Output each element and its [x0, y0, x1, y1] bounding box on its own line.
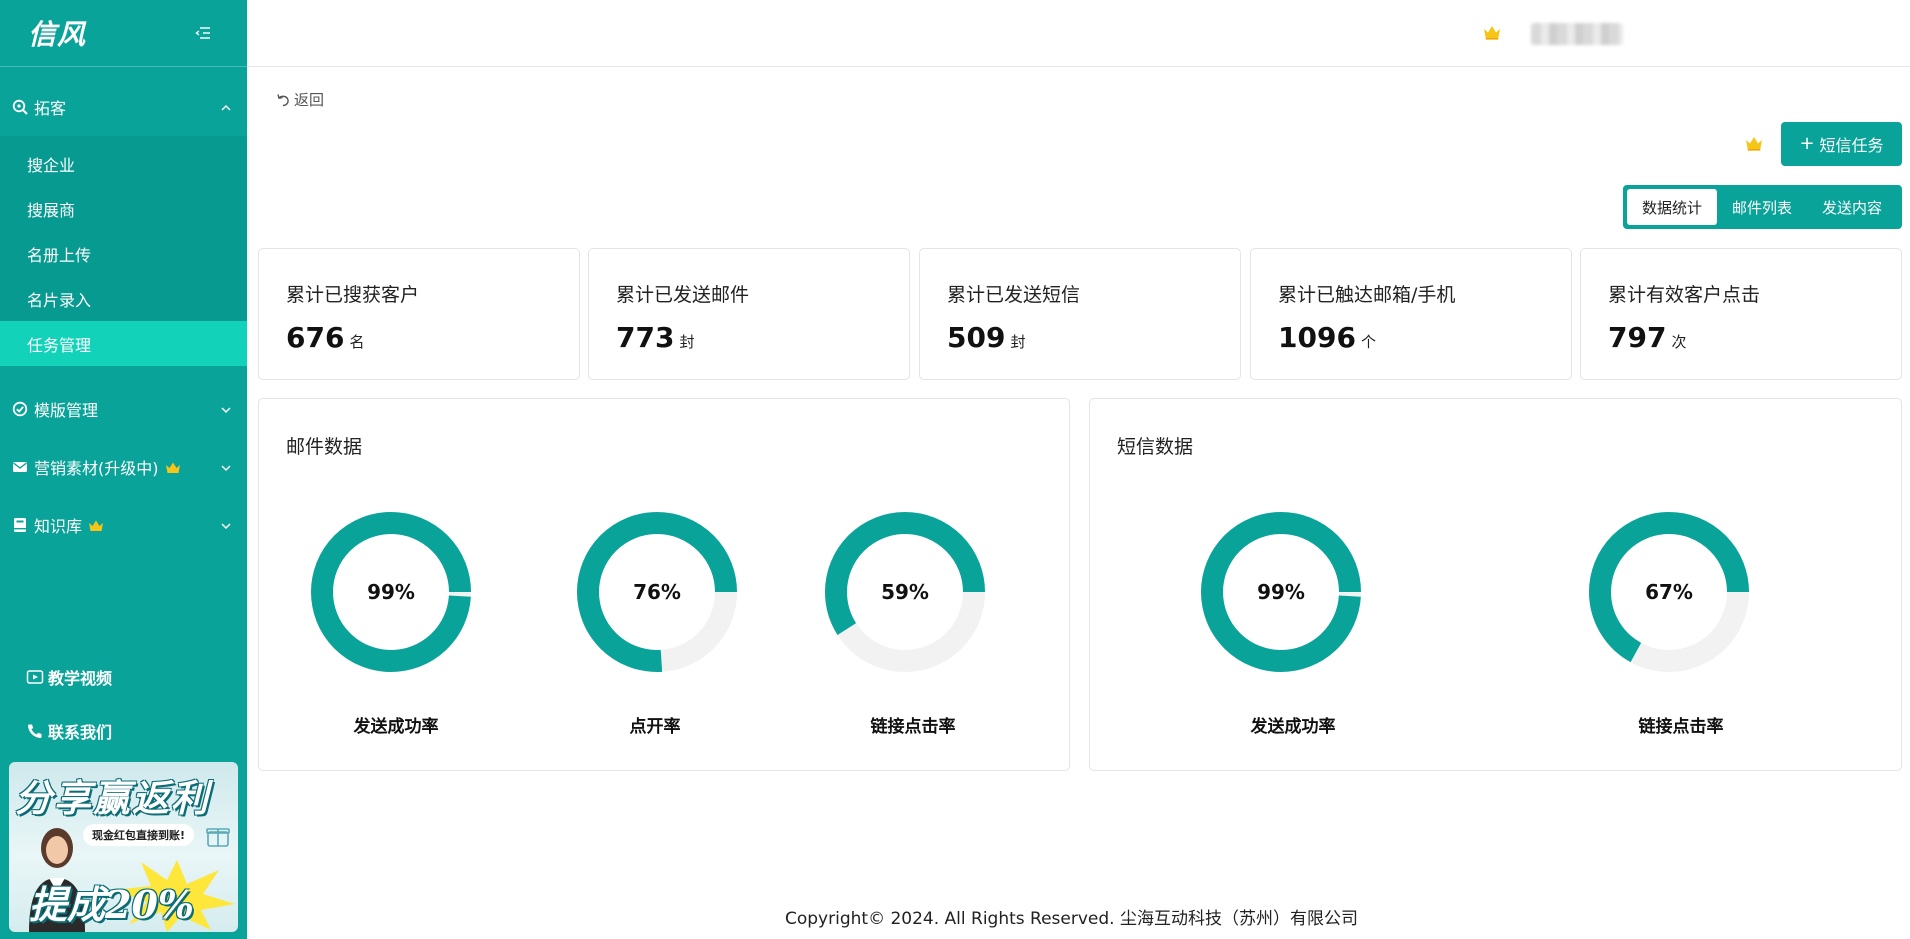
- crown-icon: [165, 461, 181, 474]
- gauge-label: 点开率: [629, 717, 681, 737]
- gift-icon: [206, 828, 230, 847]
- panel-title: 短信数据: [1117, 436, 1194, 458]
- top-header: [247, 0, 1910, 67]
- gauge-email-open: 76%: [577, 512, 737, 672]
- gauge-label: 链接点击率: [870, 717, 956, 737]
- sidebar-item-search-company[interactable]: 搜企业: [0, 141, 247, 186]
- email-data-panel: 邮件数据 99% 发送成功率 76% 点开率 59% 链接点击率: [258, 398, 1070, 771]
- gauge-label: 链接点击率: [1638, 717, 1724, 737]
- gauge-percent: 99%: [1257, 580, 1305, 604]
- tab-data-statistics[interactable]: 数据统计: [1627, 189, 1717, 225]
- sms-data-panel: 短信数据 99% 发送成功率 67% 链接点击率: [1089, 398, 1902, 771]
- stat-card-clicks: 累计有效客户点击 797 次: [1580, 248, 1902, 380]
- promo-commission: 提成20%: [29, 882, 194, 927]
- view-tabs: 数据统计 邮件列表 发送内容: [1623, 185, 1902, 229]
- stat-card-emails-sent: 累计已发送邮件 773 封: [588, 248, 910, 380]
- stat-label: 累计有效客户点击: [1608, 284, 1761, 306]
- vip-crown-icon[interactable]: [1483, 24, 1501, 40]
- stat-value: 773: [616, 321, 675, 354]
- logo-row: 信风: [0, 0, 247, 67]
- nav-group-marketing-material[interactable]: 营销素材(升级中): [0, 438, 247, 496]
- undo-arrow-icon: [276, 93, 290, 107]
- gauge-percent: 76%: [633, 580, 681, 604]
- check-circle-icon: [12, 401, 28, 417]
- chevron-down-icon: [219, 460, 233, 474]
- stat-card-sms-sent: 累计已发送短信 509 封: [919, 248, 1241, 380]
- crown-icon: [88, 519, 104, 532]
- user-account-menu[interactable]: [1531, 23, 1623, 45]
- stat-value: 1096: [1278, 321, 1356, 354]
- nav-group-prospecting[interactable]: 拓客: [0, 78, 247, 136]
- stat-unit: 次: [1671, 333, 1687, 351]
- stat-value: 797: [1608, 321, 1667, 354]
- tutorial-video-label: 教学视频: [48, 669, 113, 688]
- stat-value: 509: [947, 321, 1006, 354]
- tab-email-list[interactable]: 邮件列表: [1717, 189, 1807, 225]
- panel-title: 邮件数据: [286, 436, 363, 458]
- gauge-sms-link-click: 67%: [1589, 512, 1749, 672]
- vip-crown-icon: [1745, 135, 1763, 151]
- add-sms-task-button[interactable]: + 短信任务: [1781, 122, 1902, 166]
- stat-label: 累计已发送短信: [947, 284, 1081, 306]
- sidebar-item-search-exhibitor[interactable]: 搜展商: [0, 186, 247, 231]
- nav-group-label: 营销素材(升级中): [34, 459, 159, 478]
- gauge-percent: 99%: [367, 580, 415, 604]
- gauge-label: 发送成功率: [353, 717, 439, 737]
- chevron-down-icon: [219, 402, 233, 416]
- contact-us-label: 联系我们: [48, 723, 113, 742]
- sidebar-item-card-entry[interactable]: 名片录入: [0, 276, 247, 321]
- stat-card-reached: 累计已触达邮箱/手机 1096 个: [1250, 248, 1572, 380]
- gauge-percent: 67%: [1645, 580, 1693, 604]
- gauge-percent: 59%: [881, 580, 929, 604]
- back-button[interactable]: 返回: [276, 89, 324, 110]
- tab-send-content[interactable]: 发送内容: [1807, 189, 1897, 225]
- sidebar: 信风 拓客 搜企业 搜展商 名册上传 名片录入 任务管理 模版管理 营销素材(升…: [0, 0, 247, 939]
- gauge-email-success: 99%: [311, 512, 471, 672]
- mail-icon: [12, 459, 28, 475]
- plus-icon: +: [1799, 133, 1815, 154]
- share-rebate-banner[interactable]: 分享赢返利 现金红包直接到账! 提成20%: [9, 762, 238, 932]
- nav-group-knowledge-base[interactable]: 知识库: [0, 496, 247, 554]
- video-icon: [26, 669, 44, 685]
- contact-us-link[interactable]: 联系我们: [26, 719, 112, 743]
- stat-label: 累计已搜获客户: [286, 284, 420, 306]
- nav-group-label: 模版管理: [34, 401, 99, 420]
- gauge-email-link-click: 59%: [825, 512, 985, 672]
- app-logo[interactable]: 信风: [28, 13, 86, 53]
- prospecting-submenu: 搜企业 搜展商 名册上传 名片录入 任务管理: [0, 136, 247, 366]
- sidebar-item-task-management[interactable]: 任务管理: [0, 321, 247, 366]
- stat-unit: 名: [349, 333, 365, 351]
- chevron-down-icon: [219, 518, 233, 532]
- promo-title: 分享赢返利: [15, 776, 210, 820]
- gauge-label: 发送成功率: [1250, 717, 1336, 737]
- gauge-sms-success: 99%: [1201, 512, 1361, 672]
- nav-group-label: 拓客: [34, 99, 67, 118]
- chevron-up-icon: [219, 100, 233, 114]
- stat-label: 累计已触达邮箱/手机: [1278, 284, 1456, 306]
- promo-cash-pill: 现金红包直接到账!: [83, 824, 195, 846]
- back-label: 返回: [294, 91, 325, 109]
- tutorial-video-link[interactable]: 教学视频: [26, 665, 112, 689]
- stat-value: 676: [286, 321, 345, 354]
- footer-copyright: Copyright© 2024. All Rights Reserved. 尘海…: [785, 909, 1358, 929]
- phone-icon: [26, 723, 44, 739]
- book-icon: [12, 517, 28, 533]
- stat-label: 累计已发送邮件: [616, 284, 750, 306]
- stat-card-customers: 累计已搜获客户 676 名: [258, 248, 580, 380]
- nav-group-templates[interactable]: 模版管理: [0, 380, 247, 438]
- sidebar-item-roster-upload[interactable]: 名册上传: [0, 231, 247, 276]
- menu-collapse-icon[interactable]: [193, 23, 213, 43]
- stat-unit: 封: [1010, 333, 1026, 351]
- stat-unit: 封: [679, 333, 695, 351]
- search-circle-icon: [12, 99, 28, 115]
- sms-task-label: 短信任务: [1819, 136, 1884, 155]
- nav-group-label: 知识库: [34, 517, 83, 536]
- stat-unit: 个: [1360, 333, 1376, 351]
